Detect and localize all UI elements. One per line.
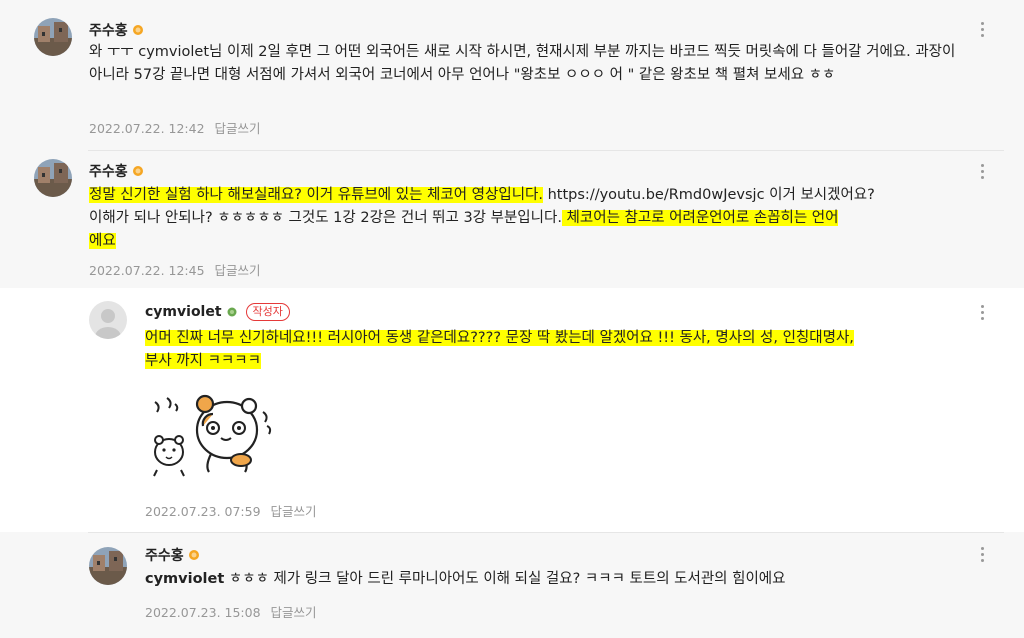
highlighted-text: 체코어는 참고로 어려운언어로 손꼽히는 언어 xyxy=(561,210,839,226)
avatar[interactable] xyxy=(89,547,127,585)
more-vertical-icon[interactable] xyxy=(981,161,985,182)
comment-text: 정말 신기한 실험 하나 해보실래요? 이거 유튜브에 있는 체코어 영상입니다… xyxy=(89,184,969,253)
medal-icon xyxy=(132,25,143,35)
reply-button[interactable]: 답글쓰기 xyxy=(271,504,317,519)
comment-meta: 2022.07.22. 12:42 답글쓰기 xyxy=(89,118,261,137)
medal-icon xyxy=(188,550,199,560)
comment-meta: 2022.07.23. 15:08 답글쓰기 xyxy=(145,602,317,621)
comment-4: 주수홍 cymviolet ㅎㅎㅎ 제가 링크 달아 드린 루마니아어도 이해 … xyxy=(0,532,1024,638)
comment-text: cymviolet ㅎㅎㅎ 제가 링크 달아 드린 루마니아어도 이해 되실 걸… xyxy=(145,568,965,591)
comment-meta: 2022.07.23. 07:59 답글쓰기 xyxy=(145,501,317,520)
reply-button[interactable]: 답글쓰기 xyxy=(215,263,261,278)
author-badge: 작성자 xyxy=(245,303,290,321)
reply-button[interactable]: 답글쓰기 xyxy=(271,605,317,620)
comment-author[interactable]: cymviolet 작성자 xyxy=(145,303,290,321)
medal-icon xyxy=(132,166,143,176)
comment-body: ㅎㅎㅎ 제가 링크 달아 드린 루마니아어도 이해 되실 걸요? ㅋㅋㅋ 토트의… xyxy=(224,571,786,587)
comment-text: 와 ㅜㅜ cymviolet님 이제 2일 후면 그 어떤 외국어든 새로 시작… xyxy=(89,44,956,83)
highlighted-text: 정말 신기한 실험 하나 해보실래요? 이거 유튜브에 있는 체코어 영상입니다… xyxy=(89,187,543,203)
avatar[interactable] xyxy=(34,18,72,56)
comment-author[interactable]: 주수홍 xyxy=(145,545,200,565)
comment-date: 2022.07.23. 07:59 xyxy=(145,504,261,519)
more-vertical-icon[interactable] xyxy=(981,544,985,565)
avatar[interactable] xyxy=(34,159,72,197)
comment-3: cymviolet 작성자 어머 진짜 너무 신기하네요!!! 러시아어 동생 … xyxy=(0,288,1024,532)
divider xyxy=(88,532,1004,533)
comment-date: 2022.07.23. 15:08 xyxy=(145,605,261,620)
mention-link[interactable]: cymviolet xyxy=(145,571,224,587)
comment-author[interactable]: 주수홍 xyxy=(89,161,144,181)
comment-link-text: https://youtu.be/Rmd0wJevsjc 이거 보시겠어요? xyxy=(543,187,875,203)
comment-2: 주수홍 정말 신기한 실험 하나 해보실래요? 이거 유튜브에 있는 체코어 영… xyxy=(0,151,1024,288)
hamster-sticker xyxy=(145,382,275,482)
more-vertical-icon[interactable] xyxy=(981,19,985,40)
comment-date: 2022.07.22. 12:45 xyxy=(89,263,205,278)
highlighted-text: 에요 xyxy=(89,233,116,249)
comment-1: 주수홍 와 ㅜㅜ cymviolet님 이제 2일 후면 그 어떤 외국어든 새… xyxy=(0,0,1024,150)
comment-author[interactable]: 주수홍 xyxy=(89,20,144,40)
comment-meta: 2022.07.22. 12:45 답글쓰기 xyxy=(89,260,261,279)
leaf-icon xyxy=(227,307,237,317)
comment-date: 2022.07.22. 12:42 xyxy=(89,121,205,136)
highlighted-text: 부사 까지 ㅋㅋㅋㅋ xyxy=(145,353,261,369)
comment-text: 어머 진짜 너무 신기하네요!!! 러시아어 동생 같은데요???? 문장 딱 … xyxy=(145,327,965,373)
more-vertical-icon[interactable] xyxy=(981,302,985,323)
highlighted-text: 어머 진짜 너무 신기하네요!!! 러시아어 동생 같은데요???? 문장 딱 … xyxy=(145,330,854,346)
reply-button[interactable]: 답글쓰기 xyxy=(215,121,261,136)
default-avatar[interactable] xyxy=(89,301,127,339)
plain-text: 이해가 되나 안되나? ㅎㅎㅎㅎㅎ 그것도 1강 2강은 건너 뛰고 3강 부분… xyxy=(89,210,562,226)
